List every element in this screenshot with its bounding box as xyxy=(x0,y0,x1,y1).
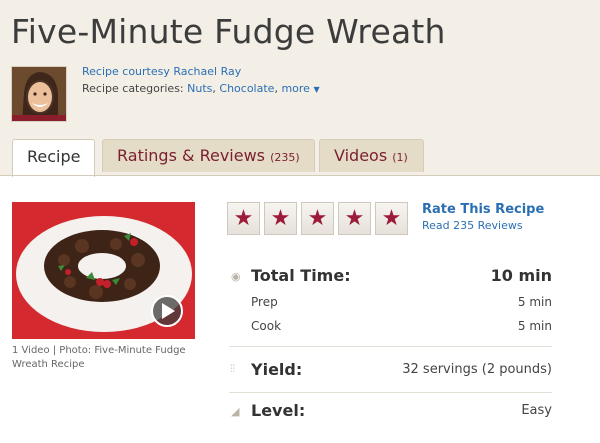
cook-label: Cook xyxy=(251,319,282,333)
divider xyxy=(229,346,552,347)
courtesy-link[interactable]: Recipe courtesy Rachael Ray xyxy=(82,65,241,78)
star-icon[interactable]: ★ xyxy=(264,202,297,235)
servings-icon: ⫶⫶ xyxy=(230,364,235,375)
clock-icon: ◉ xyxy=(231,270,241,283)
total-time-label: Total Time: xyxy=(251,266,351,285)
recipe-photo[interactable] xyxy=(12,202,195,339)
total-time-value: 10 min xyxy=(490,266,552,285)
level-label: Level: xyxy=(251,401,306,420)
tab-recipe[interactable]: Recipe xyxy=(12,139,96,177)
prep-value: 5 min xyxy=(517,295,552,309)
recipe-credits: Recipe courtesy Rachael Ray Recipe categ… xyxy=(82,65,320,95)
recipe-header: Five-Minute Fudge Wreath Recipe courtesy… xyxy=(0,0,600,177)
star-icon[interactable]: ★ xyxy=(301,202,334,235)
star-rating[interactable]: ★ ★ ★ ★ ★ xyxy=(227,202,408,235)
tab-videos[interactable]: Videos (1) xyxy=(319,139,424,172)
play-icon[interactable] xyxy=(151,295,183,327)
tab-label: Ratings & Reviews xyxy=(117,146,265,165)
divider xyxy=(229,392,552,393)
page-title: Five-Minute Fudge Wreath xyxy=(11,12,446,51)
chef-avatar[interactable] xyxy=(11,66,67,122)
tab-count: (1) xyxy=(392,151,408,164)
category-link-chocolate[interactable]: Chocolate xyxy=(219,82,274,95)
rate-recipe-link[interactable]: Rate This Recipe xyxy=(422,202,544,217)
tab-ratings-reviews[interactable]: Ratings & Reviews (235) xyxy=(102,139,315,172)
level-icon: ◢ xyxy=(231,405,240,418)
star-icon[interactable]: ★ xyxy=(227,202,260,235)
media-caption[interactable]: 1 Video | Photo: Five-Minute Fudge Wreat… xyxy=(12,344,197,372)
tabs-divider xyxy=(0,175,600,176)
star-icon[interactable]: ★ xyxy=(375,202,408,235)
cook-value: 5 min xyxy=(517,319,552,333)
prep-label: Prep xyxy=(251,295,278,309)
yield-value: 32 servings (2 pounds) xyxy=(402,362,552,377)
star-icon[interactable]: ★ xyxy=(338,202,371,235)
tab-label: Videos xyxy=(334,146,388,165)
categories-prefix: Recipe categories: xyxy=(82,82,184,95)
yield-label: Yield: xyxy=(251,360,303,379)
tab-count: (235) xyxy=(270,151,300,164)
category-link-nuts[interactable]: Nuts xyxy=(187,82,212,95)
tab-label: Recipe xyxy=(27,147,81,166)
level-value: Easy xyxy=(521,403,552,418)
read-reviews-link[interactable]: Read 235 Reviews xyxy=(422,219,523,232)
more-categories-link[interactable]: more ▼ xyxy=(281,82,319,95)
chevron-down-icon: ▼ xyxy=(313,85,320,94)
